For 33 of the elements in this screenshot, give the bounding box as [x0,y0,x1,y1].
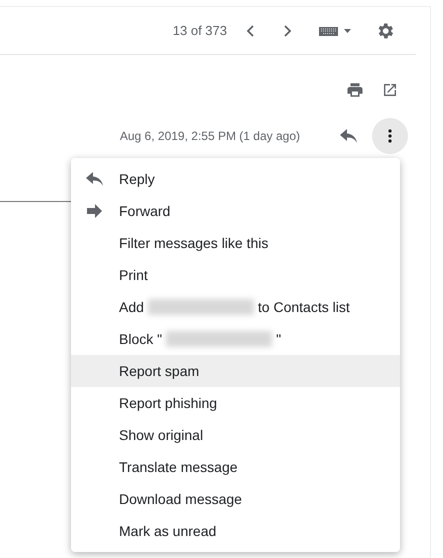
menu-item-label: Reply [119,171,155,187]
menu-item-label: Report spam [119,363,200,379]
menu-item-label: Filter messages like this [119,235,268,251]
message-counter: 13 of 373 [172,23,227,38]
menu-item[interactable]: Report phishing [71,387,400,419]
menu-item-label: Add [119,299,144,315]
keyboard-icon[interactable] [319,24,353,36]
menu-item[interactable]: Add to Contacts list [71,291,400,323]
menu-item-label: Download message [119,491,242,507]
vertical-dots-icon [388,129,392,143]
menu-item[interactable]: Download message [71,483,400,515]
menu-item[interactable]: Forward [71,195,400,227]
menu-item[interactable]: Show original [71,419,400,451]
menu-item[interactable]: Report spam [71,355,400,387]
menu-item-label: Mark as unread [119,523,216,539]
menu-item[interactable]: Translate message [71,451,400,483]
menu-item-label: Report phishing [119,395,218,411]
menu-item-label: Show original [119,427,204,443]
menu-item-label: " [276,331,282,347]
menu-item[interactable]: Mark as unread [71,515,400,547]
menu-item-label: Print [119,267,148,283]
reply-icon[interactable] [340,129,358,143]
forward-arrow-icon [87,204,103,218]
menu-item[interactable]: Reply [71,163,400,195]
menu-item-label: Forward [119,203,170,219]
reply-icon [86,172,104,186]
menu-item[interactable]: Print [71,259,400,291]
menu-item[interactable]: Filter messages like this [71,227,400,259]
menu-item-label: to Contacts list [258,299,350,315]
message-date: Aug 6, 2019, 2:55 PM (1 day ago) [120,129,300,143]
menu-item-label: Block " [119,331,162,347]
menu-item[interactable]: Block " " [71,323,400,355]
menu-item-label: Translate message [119,459,238,475]
